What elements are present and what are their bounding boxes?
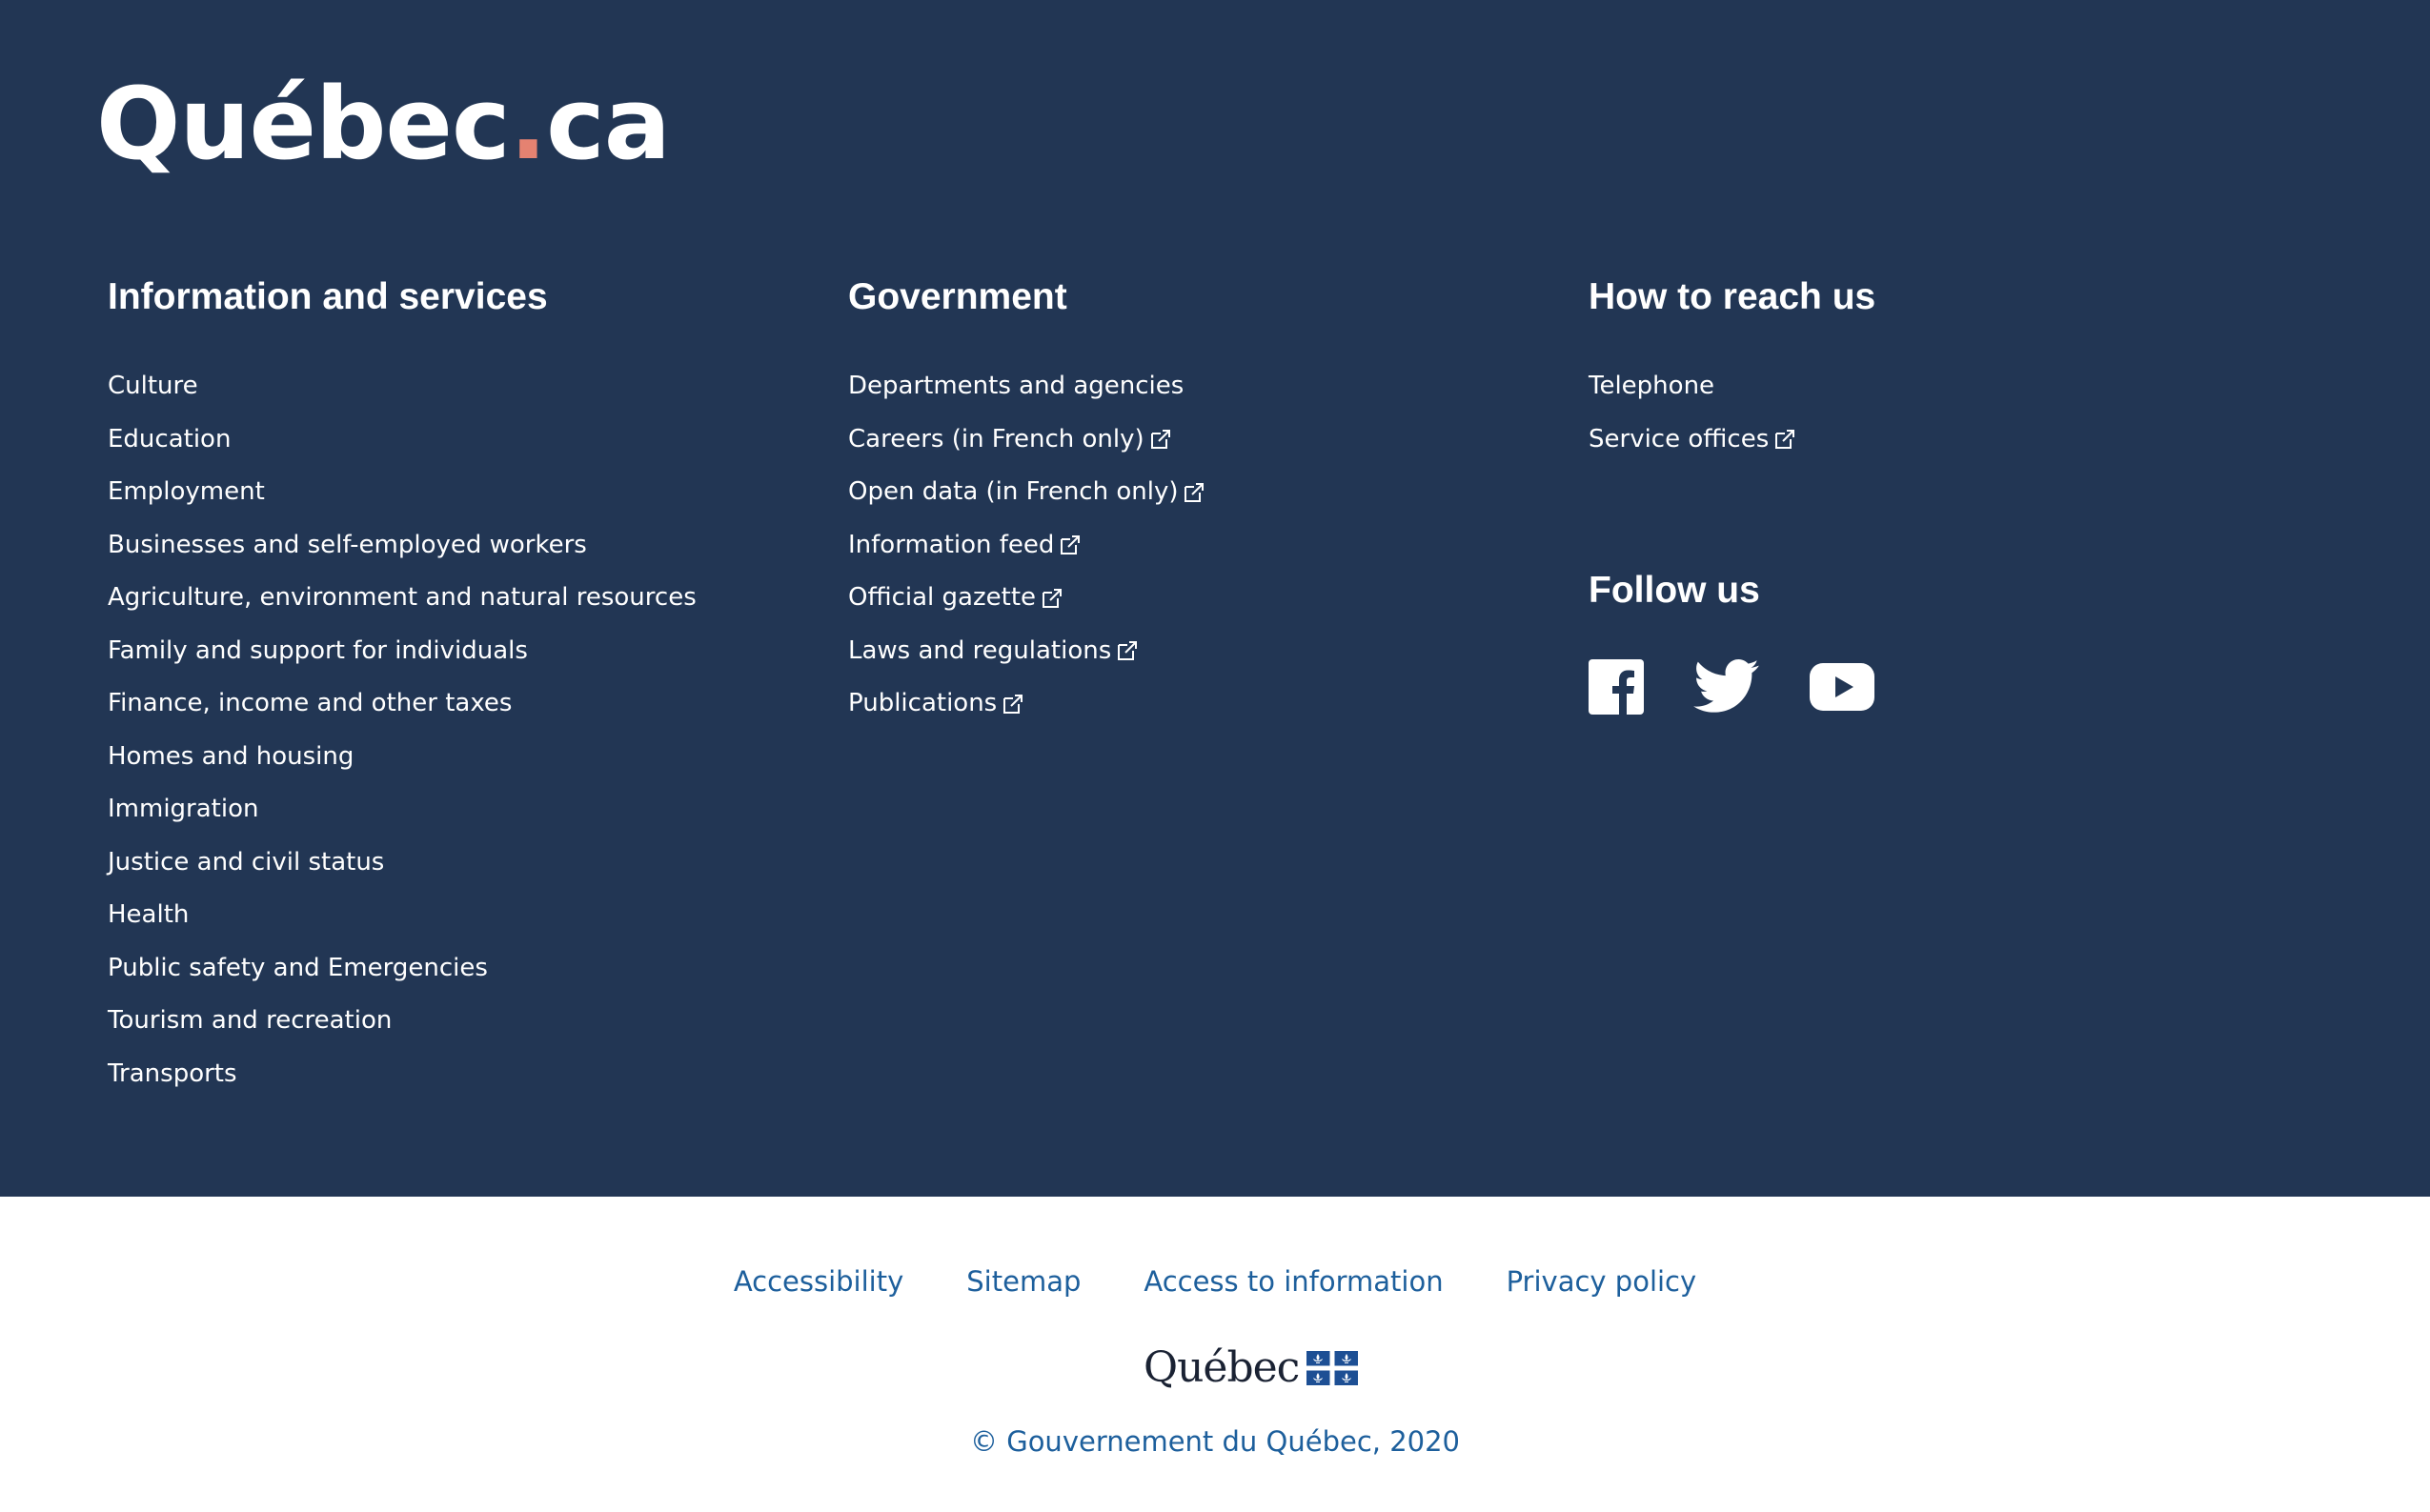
external-link-icon	[1118, 641, 1138, 661]
logo-main: Québec	[96, 66, 511, 182]
facebook-icon	[1589, 659, 1644, 715]
list-item: Official gazette	[848, 572, 1205, 625]
logo-suffix: ca	[546, 66, 671, 182]
external-link-icon	[1185, 482, 1205, 502]
link-information-feed[interactable]: Information feed	[848, 519, 1081, 573]
list-item: Publications	[848, 677, 1205, 731]
link-housing[interactable]: Homes and housing	[108, 731, 354, 784]
list-item: Departments and agencies	[848, 360, 1205, 413]
link-accessibility[interactable]: Accessibility	[734, 1265, 903, 1298]
site-footer: Québec.ca Information and services Cultu…	[0, 0, 2430, 1197]
legal-links: Accessibility Sitemap Access to informat…	[0, 1265, 2430, 1298]
list-item: Businesses and self-employed workers	[108, 519, 697, 573]
list-item: Homes and housing	[108, 731, 697, 784]
link-public-safety[interactable]: Public safety and Emergencies	[108, 942, 488, 996]
youtube-link[interactable]	[1810, 663, 1874, 716]
link-service-offices[interactable]: Service offices	[1589, 413, 1795, 467]
link-laws[interactable]: Laws and regulations	[848, 625, 1138, 678]
link-education[interactable]: Education	[108, 413, 231, 467]
list-item: Culture	[108, 360, 697, 413]
follow-us-section: Follow us	[1589, 566, 1924, 719]
list-item: Agriculture, environment and natural res…	[108, 572, 697, 625]
list-item: Public safety and Emergencies	[108, 942, 697, 996]
link-transports[interactable]: Transports	[108, 1048, 237, 1101]
link-sitemap[interactable]: Sitemap	[966, 1265, 1081, 1298]
government-heading: Government	[848, 276, 1067, 317]
link-access-to-information[interactable]: Access to information	[1144, 1265, 1443, 1298]
external-link-icon	[1061, 535, 1081, 555]
list-item: Transports	[108, 1048, 697, 1101]
list-item: Open data (in French only)	[848, 466, 1205, 519]
link-label: Telephone	[1589, 372, 1715, 400]
social-links	[1589, 659, 1924, 719]
link-immigration[interactable]: Immigration	[108, 783, 258, 837]
link-label: Information feed	[848, 530, 1055, 559]
youtube-icon	[1810, 663, 1874, 711]
list-item: Education	[108, 413, 697, 467]
government-list: Departments and agencies Careers (in Fre…	[848, 360, 1205, 731]
link-agriculture[interactable]: Agriculture, environment and natural res…	[108, 572, 697, 625]
link-label: Publications	[848, 689, 998, 717]
link-justice[interactable]: Justice and civil status	[108, 837, 384, 890]
twitter-link[interactable]	[1693, 659, 1760, 719]
twitter-icon	[1693, 659, 1759, 713]
list-item: Information feed	[848, 519, 1205, 573]
link-employment[interactable]: Employment	[108, 466, 265, 519]
info-services-column: Information and services Culture Educati…	[108, 272, 697, 1100]
facebook-link[interactable]	[1589, 659, 1644, 719]
reach-us-column: How to reach us Telephone Service office…	[1589, 272, 1875, 466]
list-item: Service offices	[1589, 413, 1875, 467]
list-item: Immigration	[108, 783, 697, 837]
list-item: Careers (in French only)	[848, 413, 1205, 467]
link-telephone[interactable]: Telephone	[1589, 360, 1714, 413]
list-item: Employment	[108, 466, 697, 519]
list-item: Tourism and recreation	[108, 995, 697, 1048]
link-health[interactable]: Health	[108, 889, 189, 942]
link-open-data[interactable]: Open data (in French only)	[848, 466, 1205, 519]
legal-footer: Accessibility Sitemap Access to informat…	[0, 1197, 2430, 1512]
gouvernement-quebec-logo: Québec	[1144, 1343, 1359, 1392]
external-link-icon	[1775, 430, 1795, 450]
reach-us-heading: How to reach us	[1589, 276, 1876, 317]
external-link-icon	[1003, 694, 1023, 714]
link-label: Careers (in French only)	[848, 424, 1144, 454]
external-link-icon	[1043, 588, 1063, 608]
link-privacy-policy[interactable]: Privacy policy	[1507, 1265, 1697, 1298]
link-businesses[interactable]: Businesses and self-employed workers	[108, 519, 587, 573]
list-item: Telephone	[1589, 360, 1875, 413]
quebec-ca-logo[interactable]: Québec.ca	[96, 74, 671, 173]
link-finance[interactable]: Finance, income and other taxes	[108, 677, 512, 731]
quebec-flag-icon	[1306, 1351, 1359, 1385]
link-careers[interactable]: Careers (in French only)	[848, 413, 1171, 467]
reach-us-list: Telephone Service offices	[1589, 360, 1875, 466]
list-item: Family and support for individuals	[108, 625, 697, 678]
info-services-heading: Information and services	[108, 276, 548, 317]
info-services-list: Culture Education Employment Businesses …	[108, 360, 697, 1100]
link-departments[interactable]: Departments and agencies	[848, 360, 1184, 413]
external-link-icon	[1150, 430, 1170, 450]
copyright-notice: © Gouvernement du Québec, 2020	[970, 1425, 1460, 1458]
list-item: Finance, income and other taxes	[108, 677, 697, 731]
link-label: Official gazette	[848, 583, 1037, 612]
link-tourism[interactable]: Tourism and recreation	[108, 995, 392, 1048]
link-label: Departments and agencies	[848, 372, 1185, 400]
link-family[interactable]: Family and support for individuals	[108, 625, 528, 678]
link-label: Service offices	[1589, 424, 1770, 454]
link-publications[interactable]: Publications	[848, 677, 1023, 731]
list-item: Justice and civil status	[108, 837, 697, 890]
follow-us-heading: Follow us	[1589, 570, 1760, 611]
gov-wordmark: Québec	[1144, 1343, 1300, 1392]
link-label: Laws and regulations	[848, 635, 1112, 665]
link-label: Open data (in French only)	[848, 477, 1179, 506]
logo-dot: .	[509, 66, 548, 182]
list-item: Health	[108, 889, 697, 942]
page: Québec.ca Information and services Cultu…	[0, 0, 2430, 1512]
government-column: Government Departments and agencies Care…	[848, 272, 1205, 731]
list-item: Laws and regulations	[848, 625, 1205, 678]
link-official-gazette[interactable]: Official gazette	[848, 572, 1063, 625]
link-culture[interactable]: Culture	[108, 360, 198, 413]
